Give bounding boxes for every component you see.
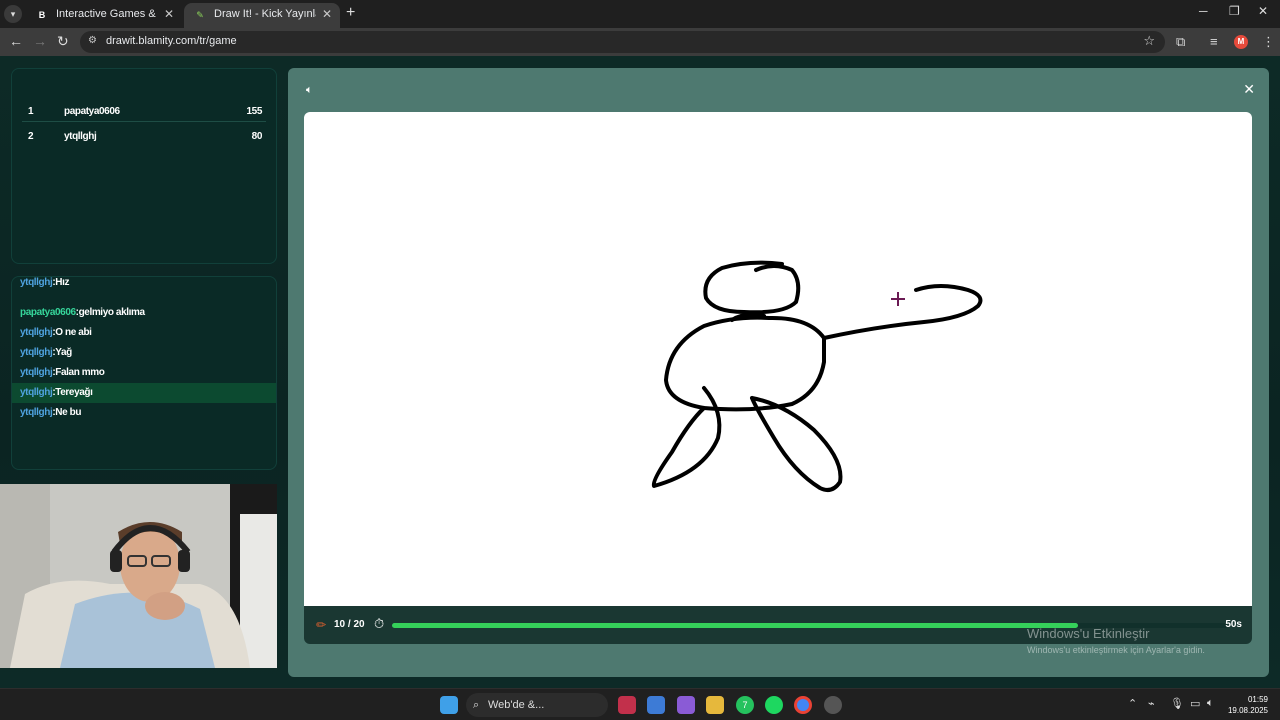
profile-avatar[interactable]: M [1234,35,1248,49]
chat-text: :gelmiyo aklıma [75,307,145,318]
browser-toolbar: ← → ↻ ⚙ drawit.blamity.com/tr/game ☆ ⧉ ≡… [0,28,1280,56]
leaderboard-name: ytqllghj [64,131,97,142]
time-progress-fill [392,623,1078,628]
chrome-icon[interactable] [794,696,812,714]
display-icon[interactable]: ▭ [1190,697,1200,710]
file-explorer-icon[interactable] [706,696,724,714]
reload-icon[interactable]: ↻ [57,33,69,50]
microphone-icon[interactable]: 🎙︎ [1170,697,1184,710]
chat-panel: ytqllghj:Hız papatya0606:gelmiyo aklıma … [11,276,277,470]
volume-icon[interactable]: 🔈︎ [1207,697,1214,710]
tab-interactive-games[interactable]: B Interactive Games & Streaming ✕ [26,3,182,28]
speaker-icon[interactable]: 🔈︎ [306,84,313,97]
leaderboard-rank: 1 [28,106,34,117]
minimize-icon[interactable]: ─ [1199,4,1208,18]
copilot-icon[interactable] [677,696,695,714]
leaderboard-score: 80 [251,131,263,142]
stopwatch-icon: ⏱ [374,616,385,631]
steam-icon[interactable] [824,696,842,714]
tab-title: Draw It! - Kick Yayınları İçin Çizim [214,8,316,20]
restore-icon[interactable]: ❐ [1229,4,1240,18]
site-info-icon[interactable]: ⚙ [88,35,100,47]
bookmark-star-icon[interactable]: ☆ [1143,33,1155,49]
browser-window: ▾ B Interactive Games & Streaming ✕ ✎ Dr… [0,0,1280,688]
chat-username: ytqllghj [20,347,53,358]
new-tab-plus-icon[interactable]: + [346,4,355,22]
leaderboard-score: 155 [246,106,263,117]
drawing-canvas[interactable] [304,112,1252,606]
chat-message: ytqllghj:O ne abi [12,323,276,343]
url-text: drawit.blamity.com/tr/game [106,35,237,47]
chat-text: :Yağ [52,347,72,358]
leaderboard-rank: 2 [28,131,34,142]
streamer-webcam-image [0,484,277,668]
pencil-icon: ✏ [316,618,327,632]
chat-username: ytqllghj [20,367,53,378]
chat-username: ytqllghj [20,277,53,288]
windows-start-icon[interactable] [440,696,458,714]
snipping-tool-icon[interactable] [618,696,636,714]
taskbar-search[interactable]: ⌕ Web'de &... [466,693,608,717]
tab-close-icon[interactable]: ✕ [164,3,174,26]
chat-username: ytqllghj [20,387,53,398]
drawit-favicon-icon: ✎ [196,10,204,20]
chat-message: ytqllghj:Ne bu [12,403,276,423]
chat-message: papatya0606:gelmiyo aklıma [12,303,276,323]
clock-time: 01:59 [1247,695,1268,704]
taskbar-clock[interactable]: 01:59 19.08.2025 [1222,694,1268,716]
game-close-icon[interactable]: ✕ [1243,81,1255,98]
leaderboard-name: papatya0606 [64,106,120,117]
chat-text: :Tereyağı [52,387,93,398]
activation-title: Windows'u Etkinleştir [1027,626,1150,641]
window-close-icon[interactable]: ✕ [1258,4,1268,18]
tray-chevron-up-icon[interactable]: ⌃ [1128,697,1137,710]
webcam-overlay [0,484,277,668]
chat-message: ytqllghj:Falan mmo [12,363,276,383]
media-queue-icon[interactable]: ≡ [1210,34,1218,49]
page-content: 1 papatya0606 155 2 ytqllghj 80 ytqllghj… [0,56,1280,688]
address-bar[interactable]: ⚙ drawit.blamity.com/tr/game ☆ [80,31,1165,53]
forward-arrow-icon[interactable]: → [33,33,47,49]
chat-username: ytqllghj [20,407,53,418]
tab-strip: ▾ B Interactive Games & Streaming ✕ ✎ Dr… [0,0,1280,28]
tab-close-icon[interactable]: ✕ [322,3,332,26]
task-view-icon[interactable] [647,696,665,714]
chat-text: :Hız [52,277,70,288]
browser-menu-icon[interactable]: ⋮ [1262,34,1275,50]
tab-draw-it[interactable]: ✎ Draw It! - Kick Yayınları İçin Çizim ✕ [184,3,340,28]
chat-text: :Falan mmo [52,367,105,378]
chat-text: :O ne abi [52,327,92,338]
leaderboard-row: 1 papatya0606 155 [22,102,266,122]
blamity-favicon-icon: B [38,10,46,20]
chat-text: :Ne bu [52,407,82,418]
extensions-puzzle-icon[interactable]: ⧉ [1176,34,1185,50]
tab-search-chevron-icon[interactable]: ▾ [4,5,22,23]
chat-message-highlighted: ytqllghj:Tereyağı [12,383,276,403]
chat-username: papatya0606 [20,307,76,318]
time-left: 50s [1225,619,1242,630]
search-label: Web'de &... [488,699,545,711]
round-counter: 10 / 20 [334,619,365,630]
game-panel: 🔈︎ ✕ ✏ 10 / 20 ⏱ 50s [288,68,1269,677]
search-icon: ⌕ [473,699,480,711]
chat-message: ytqllghj:Yağ [12,343,276,363]
activation-subtitle: Windows'u etkinleştirmek için Ayarlar'a … [1027,645,1205,655]
drawing-strokes [651,260,983,492]
network-icon[interactable]: ⌁ [1148,697,1155,710]
leaderboard-panel: 1 papatya0606 155 2 ytqllghj 80 [11,68,277,264]
back-arrow-icon[interactable]: ← [9,33,23,49]
whatsapp-icon[interactable]: 7 [736,696,754,714]
windows-taskbar: ⌕ Web'de &... 7 ⌃ ⌁ 🎙︎ ▭ 🔈︎ 01:59 19.08.… [0,688,1280,720]
windows-activation-watermark: Windows'u Etkinleştir Windows'u etkinleş… [1027,626,1205,655]
clock-date: 19.08.2025 [1227,706,1268,715]
spotify-icon[interactable] [765,696,783,714]
chat-username: ytqllghj [20,327,53,338]
tab-title: Interactive Games & Streaming [56,8,158,20]
leaderboard-row: 2 ytqllghj 80 [22,127,266,147]
chat-message: ytqllghj:Hız [12,277,276,293]
